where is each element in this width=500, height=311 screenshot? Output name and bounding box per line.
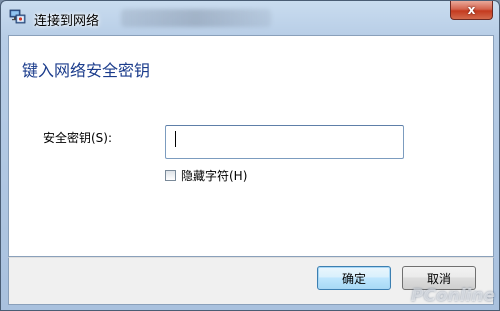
- title-bar[interactable]: 连接到网络 x: [1, 1, 499, 35]
- hide-characters-label: 隐藏字符(H): [181, 168, 248, 183]
- dialog-heading: 键入网络安全密钥: [22, 61, 151, 80]
- button-bar: 确定 取消: [8, 257, 494, 305]
- security-key-label: 安全密钥(S):: [43, 131, 113, 145]
- blurred-background: [121, 9, 271, 27]
- window-title: 连接到网络: [34, 14, 100, 29]
- hide-characters-option[interactable]: 隐藏字符(H): [165, 167, 247, 183]
- hide-characters-checkbox[interactable]: [165, 169, 176, 181]
- dialog-body: 键入网络安全密钥 安全密钥(S): 隐藏字符(H): [8, 35, 494, 257]
- ok-button[interactable]: 确定: [317, 266, 391, 290]
- cancel-button[interactable]: 取消: [402, 266, 476, 290]
- security-key-input[interactable]: [165, 125, 404, 159]
- network-icon: [9, 9, 26, 25]
- close-icon: x: [467, 3, 476, 17]
- connect-to-network-dialog: 连接到网络 x 键入网络安全密钥 安全密钥(S): 隐藏字符(H) 确定 取消 …: [0, 0, 500, 311]
- text-caret: [175, 131, 176, 147]
- close-button[interactable]: x: [450, 1, 493, 20]
